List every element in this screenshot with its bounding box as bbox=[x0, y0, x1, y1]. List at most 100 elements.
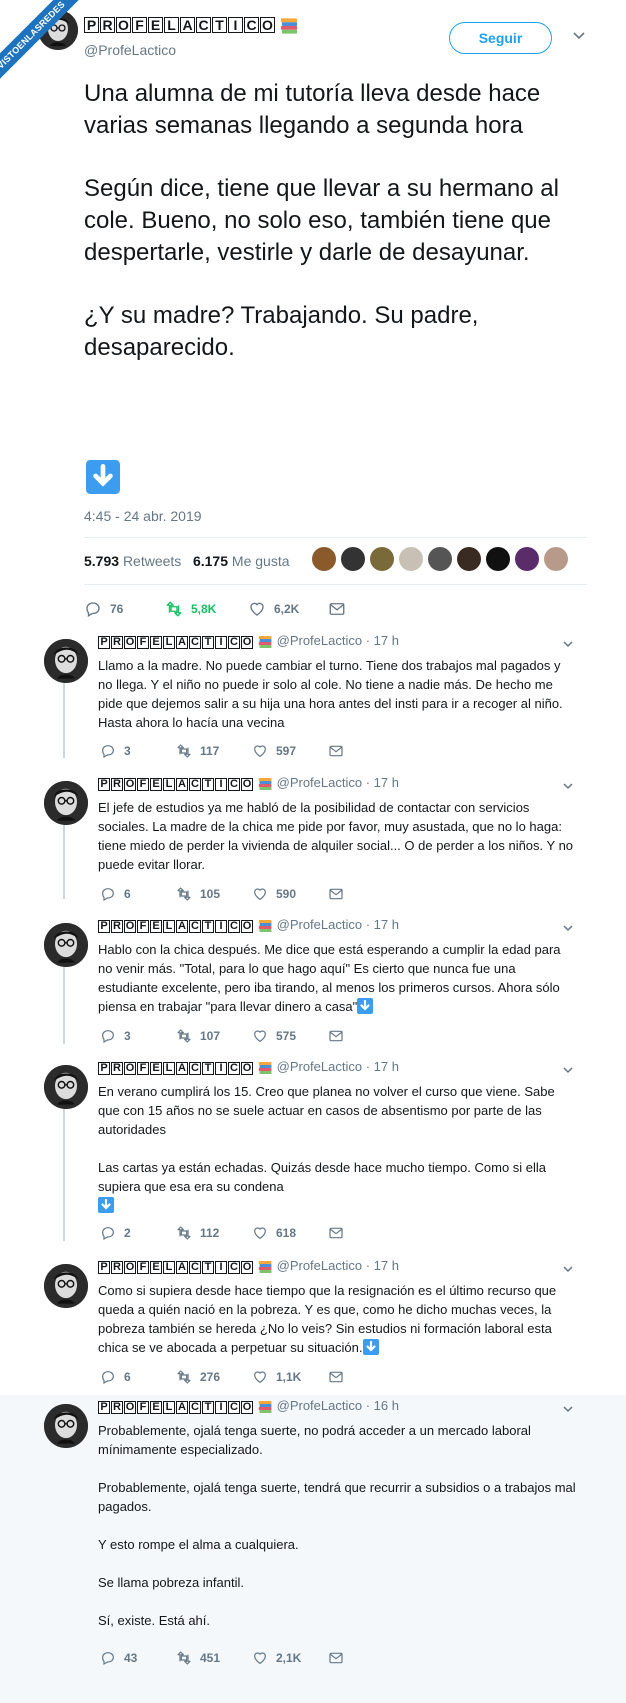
avatar[interactable] bbox=[44, 639, 88, 683]
retweet-button[interactable]: 105 bbox=[176, 886, 220, 902]
like-button[interactable]: 597 bbox=[252, 743, 296, 759]
chevron-down-icon[interactable] bbox=[562, 778, 574, 796]
author-handle[interactable]: @ProfeLactico bbox=[277, 1398, 362, 1413]
message-button[interactable] bbox=[328, 600, 346, 618]
like-button[interactable]: 618 bbox=[252, 1225, 296, 1241]
avatar[interactable] bbox=[44, 923, 88, 967]
retweet-label[interactable]: Retweets bbox=[123, 553, 181, 569]
author-name[interactable]: PROFELACTICO bbox=[98, 1059, 273, 1075]
reply-paragraph: Llamo a la madre. No puede cambiar el tu… bbox=[98, 658, 563, 730]
author-handle[interactable]: @ProfeLactico bbox=[277, 633, 362, 648]
like-button[interactable]: 590 bbox=[252, 886, 296, 902]
reply-text: Como si supiera desde hace tiempo que la… bbox=[98, 1281, 576, 1357]
arrow-down-emoji-icon bbox=[86, 460, 120, 494]
reply-button[interactable]: 3 bbox=[100, 743, 131, 759]
reply-button[interactable]: 76 bbox=[84, 600, 123, 618]
reply-time[interactable]: · 16 h bbox=[366, 1398, 399, 1413]
message-button[interactable] bbox=[328, 1028, 344, 1044]
reply-text: Hablo con la chica después. Me dice que … bbox=[98, 940, 576, 1016]
message-button[interactable] bbox=[328, 1650, 344, 1666]
reply-time[interactable]: · 17 h bbox=[366, 775, 399, 790]
name-letter: L bbox=[163, 636, 175, 649]
message-button[interactable] bbox=[328, 1369, 344, 1385]
follow-button[interactable]: Seguir bbox=[449, 22, 552, 54]
avatar[interactable] bbox=[44, 1404, 88, 1448]
message-button[interactable] bbox=[328, 886, 344, 902]
name-letter: C bbox=[189, 1401, 201, 1414]
name-letter: P bbox=[98, 1401, 110, 1414]
author-name[interactable]: PROFELACTICO bbox=[98, 1258, 273, 1274]
author-name[interactable]: PROFELACTICO bbox=[98, 775, 273, 791]
author-name[interactable]: PROFELACTICO bbox=[84, 17, 299, 35]
retweet-button[interactable]: 451 bbox=[176, 1650, 220, 1666]
name-letter: A bbox=[176, 636, 188, 649]
chevron-down-icon[interactable] bbox=[562, 1401, 574, 1419]
like-icon bbox=[252, 1650, 268, 1666]
chevron-down-icon[interactable] bbox=[562, 1062, 574, 1080]
liker-avatar[interactable] bbox=[515, 547, 539, 571]
retweet-count[interactable]: 5.793 bbox=[84, 553, 119, 569]
liker-avatar[interactable] bbox=[428, 547, 452, 571]
chevron-down-icon[interactable] bbox=[562, 920, 574, 938]
reply-count: 3 bbox=[124, 744, 131, 758]
name-letter: O bbox=[241, 1401, 253, 1414]
reply-button[interactable]: 2 bbox=[100, 1225, 131, 1241]
author-handle[interactable]: @ProfeLactico bbox=[84, 42, 176, 58]
like-button[interactable]: 2,1K bbox=[252, 1650, 301, 1666]
message-icon bbox=[328, 743, 344, 759]
message-button[interactable] bbox=[328, 743, 344, 759]
liker-avatar[interactable] bbox=[370, 547, 394, 571]
name-letter: T bbox=[202, 1261, 214, 1274]
author-name[interactable]: PROFELACTICO bbox=[98, 917, 273, 933]
liker-avatar[interactable] bbox=[486, 547, 510, 571]
reply-button[interactable]: 3 bbox=[100, 1028, 131, 1044]
retweet-button[interactable]: 112 bbox=[176, 1225, 219, 1241]
reply-paragraph: Y esto rompe el alma a cualquiera. bbox=[98, 1537, 299, 1552]
message-button[interactable] bbox=[328, 1225, 344, 1241]
chevron-down-icon[interactable] bbox=[562, 1261, 574, 1279]
author-handle[interactable]: @ProfeLactico bbox=[277, 775, 362, 790]
name-letter: O bbox=[241, 920, 253, 933]
retweet-button[interactable]: 276 bbox=[176, 1369, 220, 1385]
liker-avatar[interactable] bbox=[341, 547, 365, 571]
retweet-button[interactable]: 107 bbox=[176, 1028, 220, 1044]
retweet-icon bbox=[165, 600, 183, 618]
liker-avatar[interactable] bbox=[399, 547, 423, 571]
name-letter: L bbox=[163, 1401, 175, 1414]
reply-time[interactable]: · 17 h bbox=[366, 1258, 399, 1273]
like-count[interactable]: 6.175 bbox=[193, 553, 228, 569]
name-letter: E bbox=[150, 1401, 162, 1414]
reply-time[interactable]: · 17 h bbox=[366, 917, 399, 932]
like-button[interactable]: 6,2K bbox=[248, 600, 299, 618]
avatar[interactable] bbox=[44, 1264, 88, 1308]
like-label[interactable]: Me gusta bbox=[232, 553, 290, 569]
liker-avatar[interactable] bbox=[544, 547, 568, 571]
reply-time[interactable]: · 17 h bbox=[366, 633, 399, 648]
author-name[interactable]: PROFELACTICO bbox=[98, 633, 273, 649]
like-button[interactable]: 575 bbox=[252, 1028, 296, 1044]
name-letter: R bbox=[111, 1401, 123, 1414]
chevron-down-icon[interactable] bbox=[572, 28, 586, 46]
liker-avatar[interactable] bbox=[457, 547, 481, 571]
tweet-date[interactable]: 4:45 - 24 abr. 2019 bbox=[84, 508, 202, 524]
reply-button[interactable]: 43 bbox=[100, 1650, 137, 1666]
author-handle[interactable]: @ProfeLactico bbox=[277, 1258, 362, 1273]
reply-button[interactable]: 6 bbox=[100, 886, 131, 902]
name-letter: C bbox=[189, 920, 201, 933]
retweet-button[interactable]: 117 bbox=[176, 743, 219, 759]
like-button[interactable]: 1,1K bbox=[252, 1369, 301, 1385]
retweet-button[interactable]: 5,8K bbox=[165, 600, 216, 618]
liker-avatar[interactable] bbox=[312, 547, 336, 571]
author-handle[interactable]: @ProfeLactico bbox=[277, 1059, 362, 1074]
avatar[interactable] bbox=[44, 781, 88, 825]
author-name[interactable]: PROFELACTICO bbox=[98, 1398, 273, 1414]
author-handle[interactable]: @ProfeLactico bbox=[277, 917, 362, 932]
reply-icon bbox=[100, 743, 116, 759]
reply-button[interactable]: 6 bbox=[100, 1369, 131, 1385]
reply-time[interactable]: · 17 h bbox=[366, 1059, 399, 1074]
message-icon bbox=[328, 886, 344, 902]
avatar[interactable] bbox=[44, 1065, 88, 1109]
like-count: 575 bbox=[276, 1029, 297, 1043]
chevron-down-icon[interactable] bbox=[562, 636, 574, 654]
name-letter: C bbox=[196, 17, 211, 34]
